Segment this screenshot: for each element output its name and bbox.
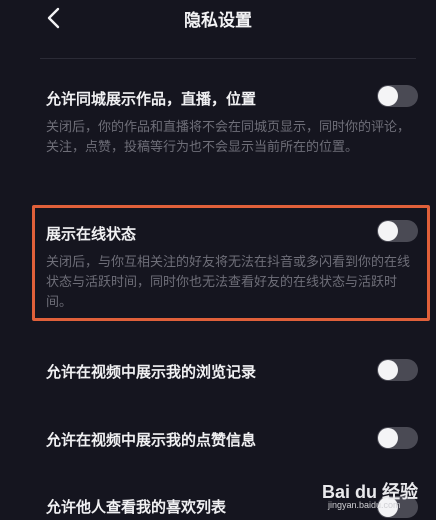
- toggle-knob: [378, 428, 398, 448]
- setting-online-status: 展示在线状态 关闭后，与你互相关注的好友将无法在抖音或多闪看到你的在线状态与活跃…: [32, 215, 430, 315]
- privacy-settings-screen: 隐私设置 允许同城展示作品，直播，位置 关闭后，你的作品和直播将不会在同城页显示…: [0, 0, 436, 520]
- setting-title: 允许在视频中展示我的点赞信息: [46, 431, 257, 449]
- toggle-knob: [378, 221, 398, 241]
- setting-title: 允许在视频中展示我的浏览记录: [46, 363, 257, 381]
- setting-title: 展示在线状态: [46, 225, 137, 243]
- baidu-watermark: Bai du 经验 jingyan.baidu.com: [322, 478, 418, 516]
- watermark-url: jingyan.baidu.com: [328, 500, 401, 510]
- toggle-local-display[interactable]: [377, 85, 418, 107]
- toggle-knob: [378, 360, 398, 380]
- setting-title: 允许他人查看我的喜欢列表: [46, 498, 227, 516]
- toggle-knob: [378, 86, 398, 106]
- nav-bar: 隐私设置: [0, 0, 436, 40]
- setting-local-display: 允许同城展示作品，直播，位置 关闭后，你的作品和直播将不会在同城页显示，同时你的…: [32, 80, 430, 180]
- setting-description: 关闭后，与你互相关注的好友将无法在抖音或多闪看到你的在线状态与活跃时间，同时你也…: [46, 255, 411, 310]
- setting-like-info: 允许在视频中展示我的点赞信息: [32, 423, 430, 453]
- page-title: 隐私设置: [184, 11, 252, 31]
- toggle-browse-history[interactable]: [377, 359, 418, 381]
- toggle-like-info[interactable]: [377, 427, 418, 449]
- setting-description: 关闭后，你的作品和直播将不会在同城页显示，同时你的评论，关注，点赞，投稿等行为也…: [46, 120, 411, 155]
- nav-divider: [40, 58, 416, 59]
- setting-title: 允许同城展示作品，直播，位置: [46, 90, 257, 108]
- toggle-online-status[interactable]: [377, 220, 418, 242]
- setting-browse-history: 允许在视频中展示我的浏览记录: [32, 355, 430, 385]
